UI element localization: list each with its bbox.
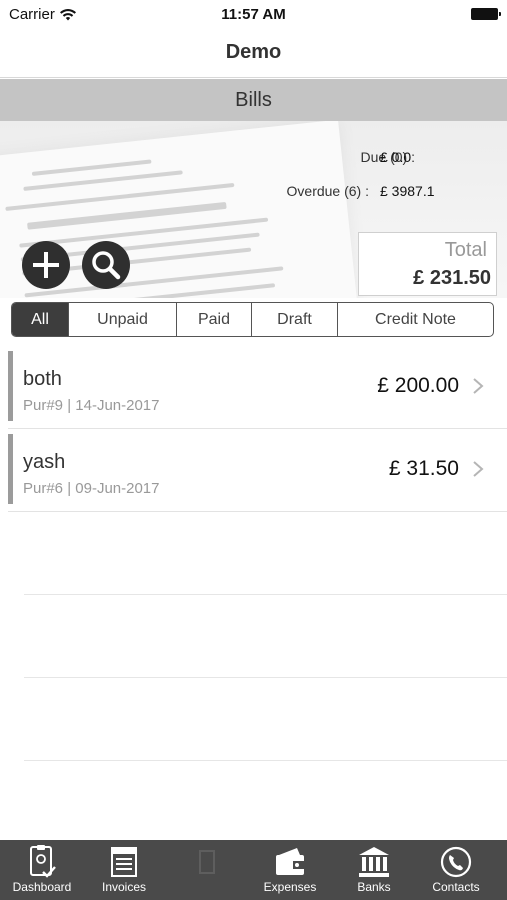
tab-dashboard[interactable]: Dashboard: [0, 840, 84, 900]
section-title: Bills: [235, 89, 272, 111]
invoices-icon: [111, 847, 137, 877]
bill-row[interactable]: yash Pur#6 | 09-Jun-2017 £ 31.50: [8, 429, 507, 512]
overdue-label: Overdue (6) :: [286, 183, 369, 199]
tab-bills[interactable]: [164, 840, 248, 900]
bills-icon: [199, 850, 215, 874]
row-accent-bar: [8, 351, 13, 421]
bill-amount: £ 200.00: [377, 374, 459, 397]
empty-row-divider: [24, 594, 507, 595]
battery-icon: [471, 8, 501, 20]
search-button[interactable]: [82, 241, 130, 289]
tab-label: Invoices: [101, 880, 147, 894]
total-value: £ 231.50: [413, 267, 491, 289]
overdue-value: £ 3987.1: [380, 183, 435, 199]
bill-name: yash: [23, 451, 66, 473]
add-bill-button[interactable]: [22, 241, 70, 289]
bill-list: both Pur#9 | 14-Jun-2017 £ 200.00 yash P…: [0, 346, 507, 512]
navigation-bar: Demo: [0, 28, 507, 78]
dashboard-icon: [30, 845, 56, 878]
search-icon: [92, 251, 121, 280]
tab-label: Banks: [357, 880, 391, 894]
tab-label: Expenses: [263, 880, 317, 894]
contacts-icon: [440, 846, 472, 878]
filter-credit-note[interactable]: Credit Note: [337, 303, 493, 336]
empty-row-divider: [24, 677, 507, 678]
tab-bar: Dashboard Invoices Expenses Banks Contac…: [0, 840, 507, 900]
tab-invoices[interactable]: Invoices: [82, 840, 166, 900]
filter-draft[interactable]: Draft: [251, 303, 337, 336]
filter-segmented-control: All Unpaid Paid Draft Credit Note: [11, 302, 494, 337]
bill-row[interactable]: both Pur#9 | 14-Jun-2017 £ 200.00: [8, 346, 507, 429]
filter-unpaid[interactable]: Unpaid: [68, 303, 176, 336]
tab-contacts[interactable]: Contacts: [414, 840, 498, 900]
plus-icon: [33, 252, 59, 278]
bill-name: both: [23, 368, 62, 390]
bill-meta: Pur#9 | 14-Jun-2017: [23, 397, 160, 414]
summary-panel: Due (0) : £ 0.0 Overdue (6) : £ 3987.1 T…: [0, 121, 507, 298]
due-value: £ 0.0: [380, 149, 412, 165]
empty-row-divider: [24, 760, 507, 761]
tab-label: Contacts: [432, 880, 480, 894]
expenses-icon: [276, 848, 304, 875]
bill-meta: Pur#6 | 09-Jun-2017: [23, 480, 160, 497]
tab-label: Dashboard: [12, 880, 72, 894]
status-time: 11:57 AM: [221, 6, 286, 23]
status-bar: Carrier 11:57 AM: [0, 0, 507, 28]
tab-expenses[interactable]: Expenses: [248, 840, 332, 900]
filter-all[interactable]: All: [12, 303, 68, 336]
banks-icon: [359, 847, 389, 877]
section-header: Bills: [0, 79, 507, 121]
total-label: Total: [444, 239, 487, 261]
row-accent-bar: [8, 434, 13, 504]
bill-amount: £ 31.50: [388, 457, 459, 480]
chevron-right-icon: [473, 461, 484, 477]
filter-paid[interactable]: Paid: [176, 303, 251, 336]
page-title: Demo: [225, 41, 282, 63]
tab-banks[interactable]: Banks: [332, 840, 416, 900]
chevron-right-icon: [473, 378, 484, 394]
total-box: Total £ 231.50: [358, 232, 497, 296]
